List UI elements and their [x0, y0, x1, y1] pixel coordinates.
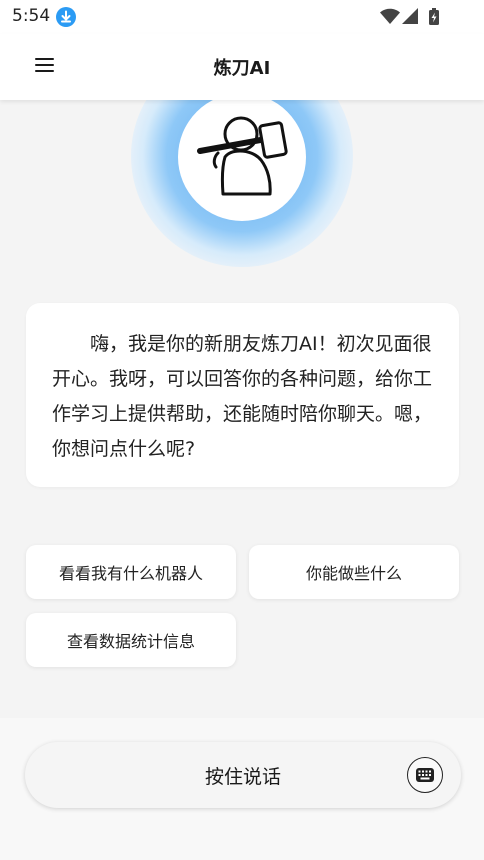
- greeting-text: 嗨，我是你的新朋友炼刀AI！初次见面很开心。我呀，可以回答你的各种问题，给你工作…: [52, 333, 433, 460]
- wifi-icon: [380, 8, 400, 24]
- app-title: 炼刀AI: [213, 58, 271, 79]
- keyboard-icon[interactable]: [407, 757, 443, 793]
- app-bar: 炼刀AI: [0, 34, 484, 100]
- hammer-man-avatar: [197, 116, 288, 196]
- signal-icon: [402, 8, 418, 24]
- avatar: [178, 93, 306, 221]
- suggestion-chip-statistics[interactable]: 查看数据统计信息: [26, 613, 236, 667]
- screen: 5:54 炼刀AI 嗨，我是你的新朋友炼刀AI！初次见面很开心。我呀，可以回答你…: [0, 0, 484, 860]
- download-icon: [56, 7, 76, 27]
- status-icons: [380, 8, 448, 32]
- battery-charging-icon: [429, 8, 439, 25]
- status-time: 5:54: [12, 6, 51, 26]
- hold-to-talk-label: 按住说话: [204, 766, 281, 788]
- status-bar: 5:54: [0, 0, 484, 34]
- hold-to-talk-button[interactable]: 按住说话: [25, 742, 461, 808]
- suggestion-chip-capabilities[interactable]: 你能做些什么: [249, 545, 459, 599]
- suggestion-chip-robots[interactable]: 看看我有什么机器人: [26, 545, 236, 599]
- greeting-card: 嗨，我是你的新朋友炼刀AI！初次见面很开心。我呀，可以回答你的各种问题，给你工作…: [26, 303, 459, 487]
